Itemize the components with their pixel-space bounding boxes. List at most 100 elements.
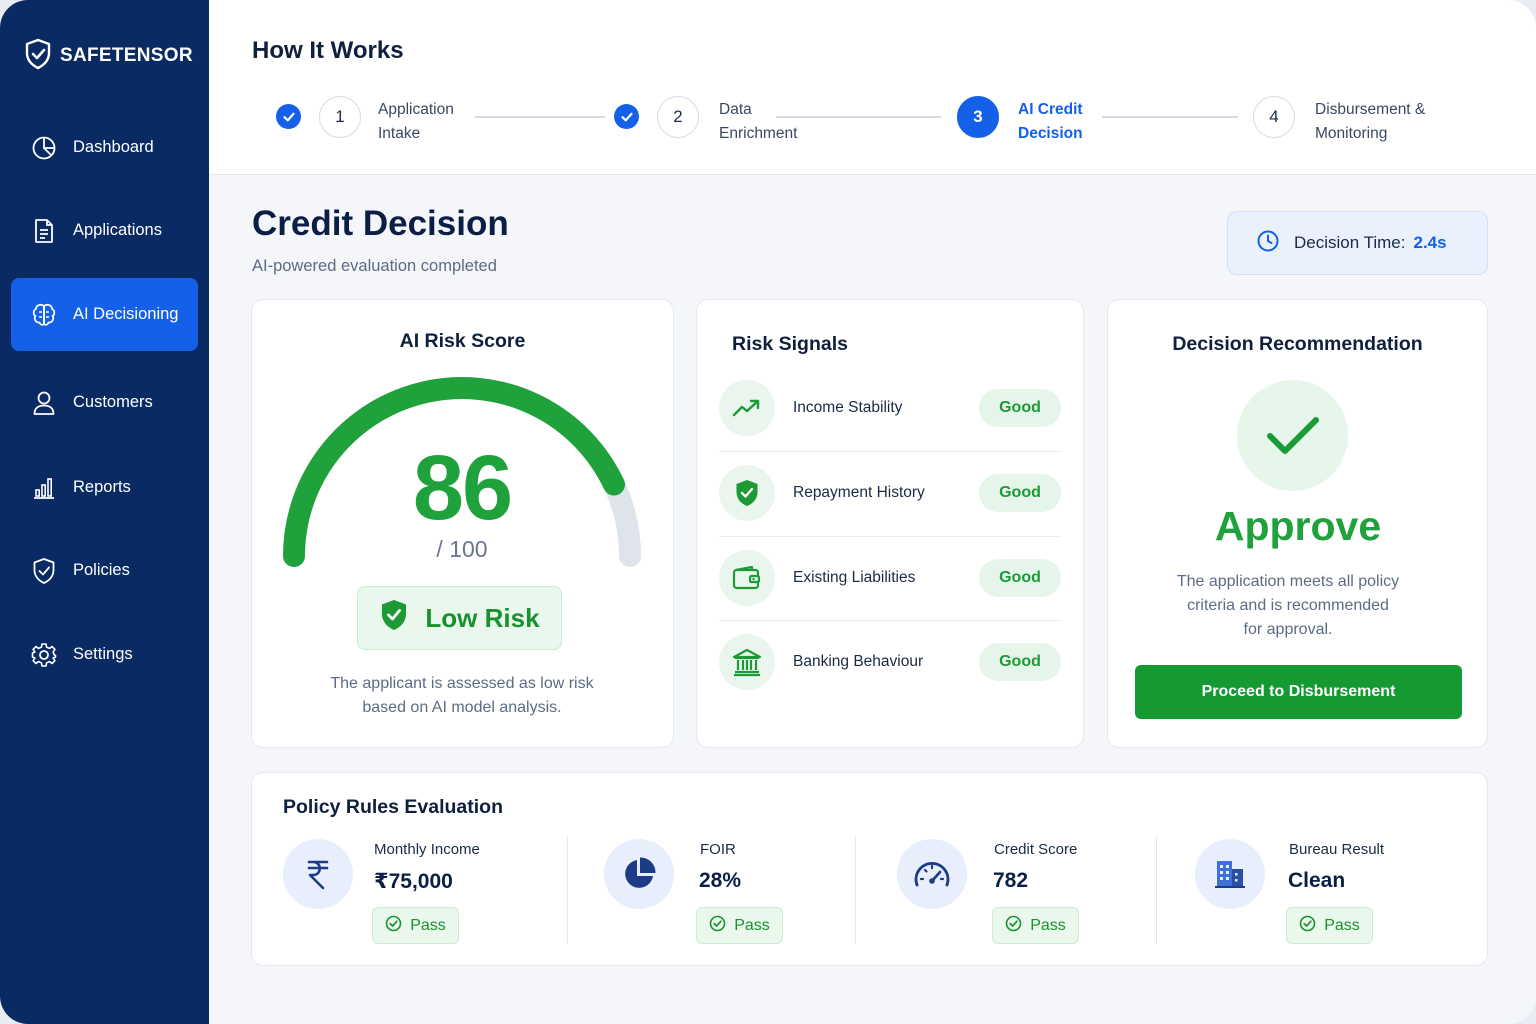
step-1-label-line1: Application bbox=[378, 101, 454, 118]
decision-recommendation-card: Decision Recommendation Approve The appl… bbox=[1107, 299, 1488, 748]
sidebar-item-label: Settings bbox=[73, 645, 133, 663]
step-2-check-icon bbox=[614, 104, 639, 129]
policy-rules-title: Policy Rules Evaluation bbox=[283, 796, 503, 818]
sidebar-item-label: Applications bbox=[73, 221, 162, 239]
step-connector bbox=[1102, 116, 1238, 118]
signal-status-badge: Good bbox=[979, 474, 1061, 512]
how-it-works-stepper: How It Works 1 Application Intake 2 Data… bbox=[209, 0, 1536, 175]
divider bbox=[855, 836, 856, 944]
step-1-label[interactable]: Application Intake bbox=[378, 98, 454, 146]
shield-check-icon bbox=[379, 598, 409, 639]
risk-signals-card: Risk Signals Income Stability Good Repay… bbox=[696, 299, 1084, 748]
step-2-label-line2: Enrichment bbox=[719, 125, 798, 142]
step-2-number[interactable]: 2 bbox=[657, 96, 699, 138]
step-2-label-line1: Data bbox=[719, 101, 752, 118]
rule-status-badge: Pass bbox=[696, 907, 783, 944]
step-3-number[interactable]: 3 bbox=[957, 96, 999, 138]
rule-label: FOIR bbox=[700, 841, 736, 858]
gear-icon bbox=[31, 642, 57, 668]
sidebar-item-policies[interactable]: Policies bbox=[11, 534, 198, 607]
step-3-label[interactable]: AI Credit Decision bbox=[1018, 98, 1083, 146]
step-1-label-line2: Intake bbox=[378, 125, 421, 142]
divider bbox=[567, 836, 568, 944]
step-1-number[interactable]: 1 bbox=[319, 96, 361, 138]
signal-label: Repayment History bbox=[793, 484, 925, 501]
bar-chart-icon bbox=[31, 475, 57, 501]
wallet-icon bbox=[719, 550, 775, 606]
risk-level-label: Low Risk bbox=[425, 602, 540, 633]
rule-label: Credit Score bbox=[994, 841, 1078, 858]
step-1-check-icon bbox=[276, 104, 301, 129]
rule-status-badge: Pass bbox=[1286, 907, 1373, 944]
rule-status-label: Pass bbox=[1030, 916, 1066, 934]
building-icon bbox=[1195, 839, 1265, 909]
signal-row-existing-liabilities: Existing Liabilities Good bbox=[719, 547, 1061, 609]
sidebar-item-ai-decisioning[interactable]: AI Decisioning bbox=[11, 278, 198, 351]
shield-icon bbox=[31, 557, 57, 584]
recommendation-note-line3: for approval. bbox=[1243, 621, 1333, 638]
how-it-works-title: How It Works bbox=[252, 37, 404, 64]
divider bbox=[719, 451, 1061, 452]
proceed-to-disbursement-button[interactable]: Proceed to Disbursement bbox=[1135, 665, 1462, 719]
policy-rule-foir: FOIR 28% Pass bbox=[604, 839, 844, 949]
main-content: How It Works 1 Application Intake 2 Data… bbox=[209, 0, 1536, 1024]
rule-value: Clean bbox=[1288, 869, 1346, 892]
recommendation-note-line2: criteria and is recommended bbox=[1187, 597, 1389, 614]
signal-label: Income Stability bbox=[793, 399, 903, 416]
policy-rule-bureau-result: Bureau Result Clean Pass bbox=[1195, 839, 1445, 949]
page-title: Credit Decision bbox=[252, 204, 509, 243]
shield-logo-icon bbox=[24, 38, 52, 75]
sidebar-item-dashboard[interactable]: Dashboard bbox=[11, 111, 198, 184]
risk-note-line2: based on AI model analysis. bbox=[362, 699, 562, 716]
step-4-label-line2: Monitoring bbox=[1315, 125, 1388, 142]
sidebar-item-applications[interactable]: Applications bbox=[11, 194, 198, 267]
brand-logo[interactable]: SAFETENSOR bbox=[24, 38, 193, 74]
divider bbox=[719, 620, 1061, 621]
clock-icon bbox=[1256, 229, 1280, 258]
check-circle-icon bbox=[709, 915, 726, 937]
divider bbox=[1156, 836, 1157, 944]
pie-chart-icon bbox=[31, 135, 57, 161]
sidebar-item-customers[interactable]: Customers bbox=[11, 366, 198, 439]
step-connector bbox=[776, 116, 941, 118]
signal-label: Existing Liabilities bbox=[793, 569, 916, 586]
sidebar-item-label: Dashboard bbox=[73, 138, 154, 156]
rule-status-badge: Pass bbox=[992, 907, 1079, 944]
sidebar-item-settings[interactable]: Settings bbox=[11, 618, 198, 691]
recommendation-note: The application meets all policy criteri… bbox=[1148, 570, 1428, 642]
check-circle-icon bbox=[1005, 915, 1022, 937]
rule-value: 28% bbox=[699, 869, 742, 892]
signal-status-badge: Good bbox=[979, 643, 1061, 681]
step-4-label-line1: Disbursement & bbox=[1315, 101, 1426, 118]
app-window: SAFETENSOR Dashboard Applications AI Dec… bbox=[0, 0, 1536, 1024]
policy-rules-card: Policy Rules Evaluation Monthly Income ₹… bbox=[251, 772, 1488, 966]
shield-check-icon bbox=[719, 465, 775, 521]
step-connector bbox=[475, 116, 605, 118]
signal-status-badge: Good bbox=[979, 389, 1061, 427]
decision-time-value: 2.4s bbox=[1413, 233, 1447, 252]
step-2-label[interactable]: Data Enrichment bbox=[719, 98, 797, 146]
divider bbox=[719, 536, 1061, 537]
rule-value: 782 bbox=[993, 869, 1029, 892]
policy-rule-monthly-income: Monthly Income ₹75,000 Pass bbox=[283, 839, 543, 949]
signal-row-banking-behaviour: Banking Behaviour Good bbox=[719, 631, 1061, 693]
risk-signals-title: Risk Signals bbox=[732, 333, 848, 355]
sidebar-item-label: Reports bbox=[73, 478, 131, 496]
sidebar-item-reports[interactable]: Reports bbox=[11, 451, 198, 524]
approve-check-icon bbox=[1237, 380, 1348, 491]
step-4-number[interactable]: 4 bbox=[1253, 96, 1295, 138]
check-circle-icon bbox=[385, 915, 402, 937]
trending-up-icon bbox=[719, 380, 775, 436]
signal-row-repayment-history: Repayment History Good bbox=[719, 462, 1061, 524]
rule-value: ₹75,000 bbox=[374, 870, 453, 893]
page-subtitle: AI-powered evaluation completed bbox=[252, 257, 497, 275]
signal-row-income-stability: Income Stability Good bbox=[719, 377, 1061, 439]
decision-time-label: Decision Time: bbox=[1294, 233, 1406, 252]
rule-status-badge: Pass bbox=[372, 907, 459, 944]
step-4-label[interactable]: Disbursement & Monitoring bbox=[1315, 98, 1425, 146]
sidebar-item-label: Policies bbox=[73, 561, 130, 579]
step-3-label-line2: Decision bbox=[1018, 125, 1083, 142]
policy-rule-credit-score: Credit Score 782 Pass bbox=[897, 839, 1147, 949]
recommendation-title: Decision Recommendation bbox=[1172, 333, 1423, 355]
risk-score-card: AI Risk Score 86 / 100 Low Risk The appl… bbox=[251, 299, 674, 748]
